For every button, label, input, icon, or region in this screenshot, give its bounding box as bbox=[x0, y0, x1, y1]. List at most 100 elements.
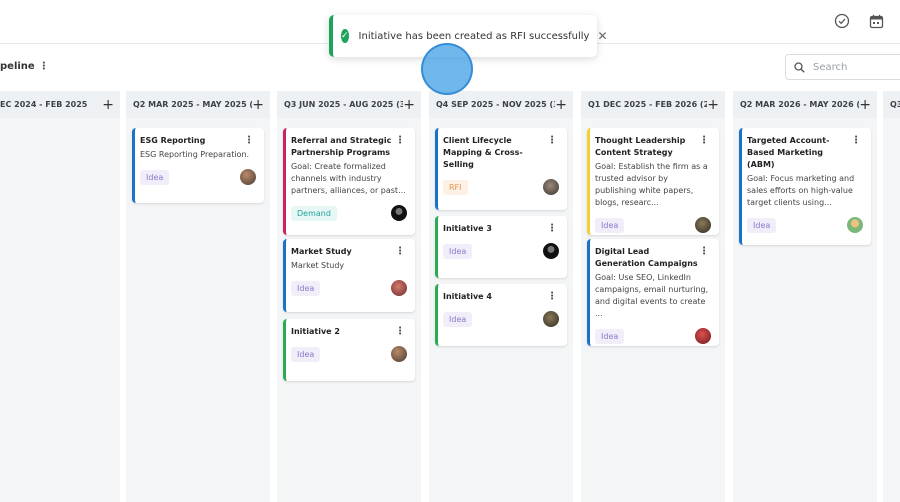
pipeline-label: peline bbox=[0, 61, 35, 72]
card-footer: Idea bbox=[140, 169, 256, 185]
add-card-button[interactable]: + bbox=[707, 98, 719, 112]
card-title: Digital Lead Generation Campaigns bbox=[595, 247, 698, 268]
avatar bbox=[695, 328, 711, 344]
status-badge: Idea bbox=[140, 169, 170, 185]
initiative-card[interactable]: Initiative 4 ⋮ Idea bbox=[435, 284, 567, 346]
status-badge: Demand bbox=[291, 205, 337, 221]
card-description: Goal: Create formalized channels with in… bbox=[291, 162, 406, 195]
add-card-button[interactable]: + bbox=[555, 98, 567, 112]
card-description: Market Study bbox=[291, 261, 345, 270]
card-menu-icon[interactable]: ⋮ bbox=[244, 135, 254, 146]
pipeline-selector[interactable]: peline ⋮ bbox=[0, 61, 49, 72]
card-menu-icon[interactable]: ⋮ bbox=[547, 291, 557, 302]
avatar bbox=[543, 179, 559, 195]
avatar bbox=[543, 243, 559, 259]
status-badge: Idea bbox=[443, 311, 473, 327]
avatar bbox=[391, 205, 407, 221]
card-title: Initiative 4 bbox=[443, 292, 492, 301]
card-title: Thought Leadership Content Strategy bbox=[595, 136, 686, 157]
add-card-button[interactable]: + bbox=[252, 98, 264, 112]
card-title: Initiative 3 bbox=[443, 224, 492, 233]
column-title: Q4 SEP 2025 - NOV 2025 (3) bbox=[436, 100, 556, 109]
card-description: Goal: Use SEO, LinkedIn campaigns, email… bbox=[595, 273, 709, 318]
column-title: EC 2024 - FEB 2025 bbox=[0, 100, 88, 109]
card-description: Goal: Focus marketing and sales efforts … bbox=[747, 174, 855, 207]
initiative-card[interactable]: Thought Leadership Content Strategy Goal… bbox=[587, 128, 719, 235]
initiative-card[interactable]: Initiative 3 ⋮ Idea bbox=[435, 216, 567, 278]
card-title: Market Study bbox=[291, 247, 352, 256]
board-column: Q2 MAR 2025 - MAY 2025 (1) + ESG Reporti… bbox=[126, 91, 270, 502]
avatar bbox=[391, 280, 407, 296]
card-description: ESG Reporting Preparation. bbox=[140, 150, 250, 159]
search-input[interactable] bbox=[813, 61, 900, 73]
column-title: Q2 MAR 2025 - MAY 2025 (1) bbox=[133, 100, 253, 109]
add-card-button[interactable]: + bbox=[859, 98, 871, 112]
card-menu-icon[interactable]: ⋮ bbox=[395, 135, 405, 146]
column-header: Q4 SEP 2025 - NOV 2025 (3) + bbox=[429, 91, 573, 118]
card-title: Initiative 2 bbox=[291, 327, 340, 336]
column-header: Q1 DEC 2025 - FEB 2026 (2) + bbox=[581, 91, 725, 118]
card-menu-icon[interactable]: ⋮ bbox=[395, 246, 405, 257]
card-menu-icon[interactable]: ⋮ bbox=[395, 326, 405, 337]
column-header: Q2 MAR 2025 - MAY 2025 (1) + bbox=[126, 91, 270, 118]
close-icon[interactable]: ✕ bbox=[597, 29, 607, 43]
initiative-card[interactable]: Market Study Market Study ⋮ Idea bbox=[283, 239, 415, 312]
board-column: Q1 DEC 2025 - FEB 2026 (2) + Thought Lea… bbox=[581, 91, 725, 502]
column-title: Q3 JUN 2025 - AUG 2025 (3) bbox=[284, 100, 404, 109]
column-title: Q2 MAR 2026 - MAY 2026 (1) bbox=[740, 100, 860, 109]
add-card-button[interactable]: + bbox=[102, 98, 114, 112]
card-description: Goal: Establish the firm as a trusted ad… bbox=[595, 162, 708, 207]
column-title: Q1 DEC 2025 - FEB 2026 (2) bbox=[588, 100, 708, 109]
card-footer: Idea bbox=[443, 311, 559, 327]
avatar bbox=[695, 217, 711, 233]
column-title: Q3 bbox=[890, 100, 900, 109]
initiative-card[interactable]: Client Lifecycle Mapping & Cross-Selling… bbox=[435, 128, 567, 210]
column-header: EC 2024 - FEB 2025 + bbox=[0, 91, 120, 118]
toast-message: Initiative has been created as RFI succe… bbox=[358, 30, 590, 42]
status-badge: Idea bbox=[595, 328, 625, 344]
card-footer: Idea bbox=[747, 217, 863, 233]
avatar bbox=[240, 169, 256, 185]
avatar bbox=[391, 346, 407, 362]
status-badge: Idea bbox=[291, 346, 321, 362]
card-title: Client Lifecycle Mapping & Cross-Selling bbox=[443, 136, 523, 169]
app-root: { "header": { "icons": ["check-circle-ic… bbox=[0, 0, 900, 502]
card-footer: Idea bbox=[595, 217, 711, 233]
initiative-card[interactable]: Initiative 2 ⋮ Idea bbox=[283, 319, 415, 381]
check-circle-icon[interactable] bbox=[831, 10, 853, 32]
initiative-card[interactable]: ESG Reporting ESG Reporting Preparation.… bbox=[132, 128, 264, 203]
status-badge: Idea bbox=[595, 217, 625, 233]
card-footer: Demand bbox=[291, 205, 407, 221]
board-column: Q2 MAR 2026 - MAY 2026 (1) + Targeted Ac… bbox=[733, 91, 877, 502]
card-footer: Idea bbox=[291, 346, 407, 362]
initiative-card[interactable]: Referral and Strategic Partnership Progr… bbox=[283, 128, 415, 235]
check-icon: ✓ bbox=[341, 29, 349, 43]
board-column: Q4 SEP 2025 - NOV 2025 (3) + Client Life… bbox=[429, 91, 573, 502]
card-title: Targeted Account-Based Marketing (ABM) bbox=[747, 136, 830, 169]
pipeline-menu-icon[interactable]: ⋮ bbox=[39, 61, 49, 72]
calendar-icon[interactable] bbox=[865, 10, 887, 32]
column-header: Q2 MAR 2026 - MAY 2026 (1) + bbox=[733, 91, 877, 118]
card-menu-icon[interactable]: ⋮ bbox=[699, 135, 709, 146]
card-menu-icon[interactable]: ⋮ bbox=[699, 246, 709, 257]
board-column: Q3 JUN 2025 - AUG 2025 (3) + Referral an… bbox=[277, 91, 421, 502]
cursor-indicator bbox=[421, 43, 473, 95]
card-menu-icon[interactable]: ⋮ bbox=[547, 223, 557, 234]
search-icon bbox=[794, 61, 805, 73]
board-column: Q3 bbox=[883, 91, 900, 502]
card-footer: RFI bbox=[443, 179, 559, 195]
initiative-card[interactable]: Digital Lead Generation Campaigns Goal: … bbox=[587, 239, 719, 346]
column-header: Q3 JUN 2025 - AUG 2025 (3) + bbox=[277, 91, 421, 118]
status-badge: Idea bbox=[443, 243, 473, 259]
add-card-button[interactable]: + bbox=[403, 98, 415, 112]
card-menu-icon[interactable]: ⋮ bbox=[851, 135, 861, 146]
avatar bbox=[847, 217, 863, 233]
card-menu-icon[interactable]: ⋮ bbox=[547, 135, 557, 146]
initiative-card[interactable]: Targeted Account-Based Marketing (ABM) G… bbox=[739, 128, 871, 245]
status-badge: Idea bbox=[291, 280, 321, 296]
column-header: Q3 bbox=[883, 91, 900, 118]
search-box[interactable] bbox=[785, 54, 900, 80]
card-title: Referral and Strategic Partnership Progr… bbox=[291, 136, 392, 157]
status-badge: Idea bbox=[747, 217, 777, 233]
avatar bbox=[543, 311, 559, 327]
